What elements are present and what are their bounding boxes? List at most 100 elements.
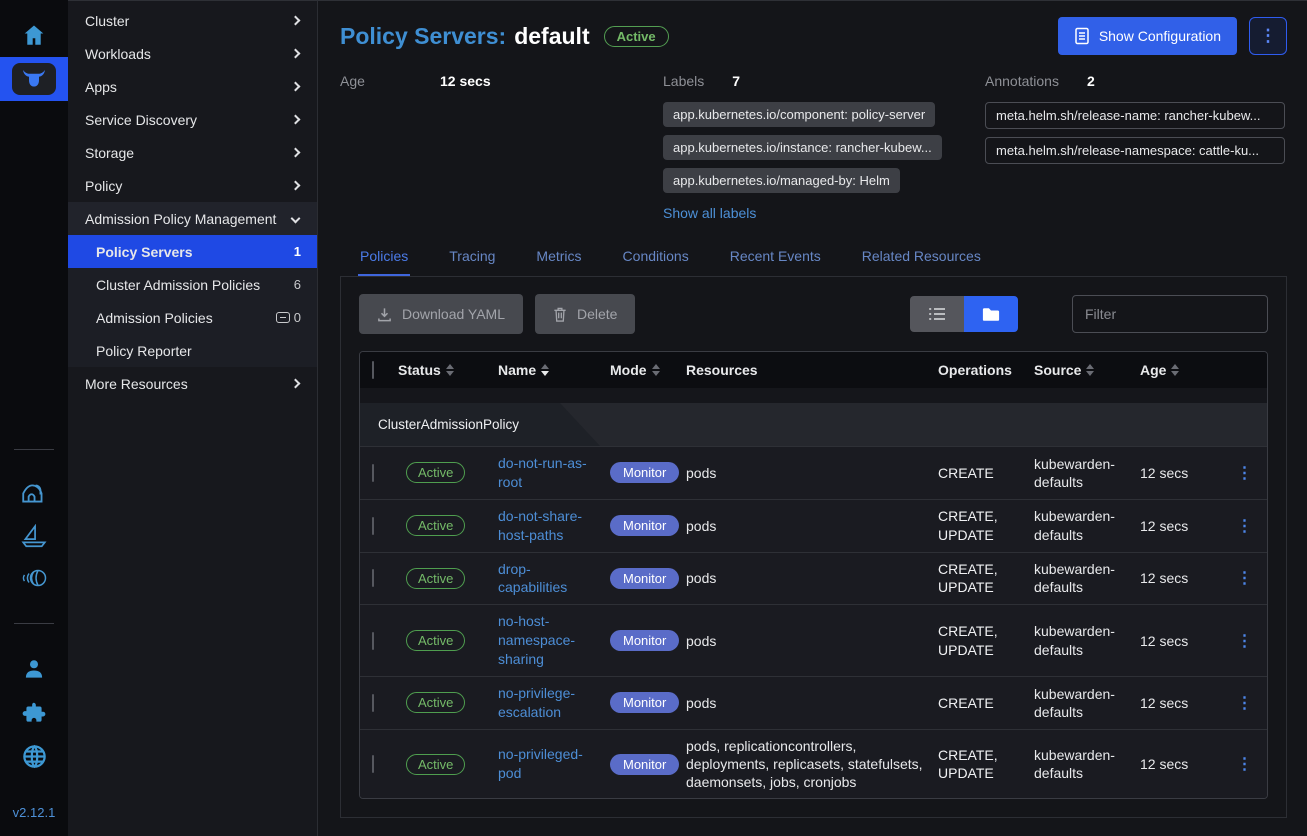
detail-tabs: Policies Tracing Metrics Conditions Rece… xyxy=(340,239,1287,277)
extensions-button[interactable] xyxy=(0,700,68,726)
sidebar-item-label: Admission Policy Management xyxy=(85,211,292,227)
sidebar-item-policy-reporter[interactable]: Policy Reporter xyxy=(68,334,317,367)
resource-type-link[interactable]: Policy Servers: xyxy=(340,23,506,50)
tab-tracing[interactable]: Tracing xyxy=(447,239,497,276)
header-actions-menu-button[interactable]: ⋮ xyxy=(1249,17,1287,55)
status-badge: Active xyxy=(406,754,465,775)
sidebar-item-more-resources[interactable]: More Resources xyxy=(68,367,317,400)
operations-cell: CREATE xyxy=(938,464,1034,482)
flat-list-view-button[interactable] xyxy=(910,296,964,332)
column-header-source[interactable]: Source xyxy=(1034,362,1081,378)
column-header-name[interactable]: Name xyxy=(498,362,536,378)
sidebar-item-label: Cluster Admission Policies xyxy=(96,277,294,293)
annotations-label: Annotations xyxy=(985,73,1059,89)
mode-badge: Monitor xyxy=(610,630,679,651)
button-label: Download YAML xyxy=(402,306,505,322)
sidebar-item-apps[interactable]: Apps xyxy=(68,70,317,103)
document-icon xyxy=(1074,27,1090,45)
policy-name-link[interactable]: no-privilege-escalation xyxy=(498,684,602,722)
column-header-resources[interactable]: Resources xyxy=(686,362,758,378)
row-checkbox[interactable] xyxy=(372,694,374,712)
tab-related-resources[interactable]: Related Resources xyxy=(860,239,983,276)
policy-name-link[interactable]: no-privileged-pod xyxy=(498,745,602,783)
age-cell: 12 secs xyxy=(1140,755,1222,773)
policy-name-link[interactable]: do-not-share-host-paths xyxy=(498,507,602,545)
view-toggle xyxy=(910,296,1018,332)
sidebar-item-cluster-admission-policies[interactable]: Cluster Admission Policies 6 xyxy=(68,268,317,301)
sidebar: Cluster Workloads Apps Service Discovery… xyxy=(68,0,318,836)
tab-policies[interactable]: Policies xyxy=(358,239,410,276)
row-checkbox[interactable] xyxy=(372,755,374,773)
sort-icon[interactable] xyxy=(1086,364,1094,376)
kubewarden-app-button[interactable] xyxy=(0,57,68,101)
age-cell: 12 secs xyxy=(1140,694,1222,712)
show-all-labels-link[interactable]: Show all labels xyxy=(663,205,756,221)
sort-icon[interactable] xyxy=(446,364,454,376)
row-actions-menu-button[interactable]: ⋮ xyxy=(1222,463,1267,483)
home-button[interactable] xyxy=(0,22,68,48)
cluster-shortcut-3[interactable] xyxy=(0,567,68,589)
sidebar-item-policy-servers[interactable]: Policy Servers 1 xyxy=(68,235,317,268)
resources-cell: pods xyxy=(686,632,938,650)
download-yaml-button[interactable]: Download YAML xyxy=(359,294,523,334)
cluster-shortcut-2[interactable] xyxy=(0,524,68,550)
chevron-right-icon xyxy=(291,16,301,26)
operations-cell: CREATE, UPDATE xyxy=(938,746,1034,782)
mode-badge: Monitor xyxy=(610,568,679,589)
policy-name-link[interactable]: do-not-run-as-root xyxy=(498,454,602,492)
column-header-status[interactable]: Status xyxy=(398,362,441,378)
row-actions-menu-button[interactable]: ⋮ xyxy=(1222,568,1267,588)
table-row[interactable]: Active drop-capabilities Monitor pods CR… xyxy=(360,552,1267,605)
page-title: Policy Servers: default Active xyxy=(340,17,669,50)
table-row[interactable]: Active do-not-share-host-paths Monitor p… xyxy=(360,499,1267,552)
policy-name-link[interactable]: no-host-namespace-sharing xyxy=(498,612,602,669)
sort-icon[interactable] xyxy=(1171,364,1179,376)
row-actions-menu-button[interactable]: ⋮ xyxy=(1222,754,1267,774)
show-configuration-button[interactable]: Show Configuration xyxy=(1058,17,1237,55)
sidebar-item-cluster[interactable]: Cluster xyxy=(68,4,317,37)
age-cell: 12 secs xyxy=(1140,517,1222,535)
filter-input[interactable] xyxy=(1072,295,1268,333)
app-version: v2.12.1 xyxy=(0,805,68,820)
tab-metrics[interactable]: Metrics xyxy=(534,239,583,276)
age-cell: 12 secs xyxy=(1140,464,1222,482)
annotations-section: Annotations 2 meta.helm.sh/release-name:… xyxy=(985,73,1287,164)
tab-recent-events[interactable]: Recent Events xyxy=(728,239,823,276)
annotation-chip: meta.helm.sh/release-namespace: cattle-k… xyxy=(985,137,1285,164)
sidebar-item-admission-policies[interactable]: Admission Policies 0 xyxy=(68,301,317,334)
table-row[interactable]: Active no-host-namespace-sharing Monitor… xyxy=(360,604,1267,676)
sidebar-item-workloads[interactable]: Workloads xyxy=(68,37,317,70)
column-header-mode[interactable]: Mode xyxy=(610,362,647,378)
label-chip: app.kubernetes.io/managed-by: Helm xyxy=(663,168,900,193)
table-row[interactable]: Active do-not-run-as-root Monitor pods C… xyxy=(360,446,1267,499)
row-checkbox[interactable] xyxy=(372,569,374,587)
sort-icon[interactable] xyxy=(652,364,660,376)
sidebar-item-admission-policy-management[interactable]: Admission Policy Management xyxy=(68,202,317,235)
sidebar-item-policy[interactable]: Policy xyxy=(68,169,317,202)
cluster-shortcut-1[interactable] xyxy=(0,481,68,507)
select-all-checkbox[interactable] xyxy=(372,361,374,379)
row-checkbox[interactable] xyxy=(372,632,374,650)
language-button[interactable] xyxy=(0,743,68,770)
tab-conditions[interactable]: Conditions xyxy=(621,239,691,276)
policy-name-link[interactable]: drop-capabilities xyxy=(498,560,602,598)
row-actions-menu-button[interactable]: ⋮ xyxy=(1222,631,1267,651)
sort-icon[interactable] xyxy=(541,364,549,376)
labels-count: 7 xyxy=(732,73,740,89)
delete-button[interactable]: Delete xyxy=(535,294,635,334)
user-menu-button[interactable] xyxy=(0,656,68,682)
list-icon xyxy=(928,306,946,322)
sidebar-item-storage[interactable]: Storage xyxy=(68,136,317,169)
table-toolbar: Download YAML Delete xyxy=(359,294,1268,334)
row-actions-menu-button[interactable]: ⋮ xyxy=(1222,693,1267,713)
table-row[interactable]: Active no-privilege-escalation Monitor p… xyxy=(360,676,1267,729)
mode-badge: Monitor xyxy=(610,754,679,775)
puzzle-icon xyxy=(21,700,47,726)
row-checkbox[interactable] xyxy=(372,464,374,482)
grouped-view-button[interactable] xyxy=(964,296,1018,332)
column-header-age[interactable]: Age xyxy=(1140,362,1166,378)
row-checkbox[interactable] xyxy=(372,517,374,535)
table-row[interactable]: Active no-privileged-pod Monitor pods, r… xyxy=(360,729,1267,799)
row-actions-menu-button[interactable]: ⋮ xyxy=(1222,516,1267,536)
sidebar-item-service-discovery[interactable]: Service Discovery xyxy=(68,103,317,136)
